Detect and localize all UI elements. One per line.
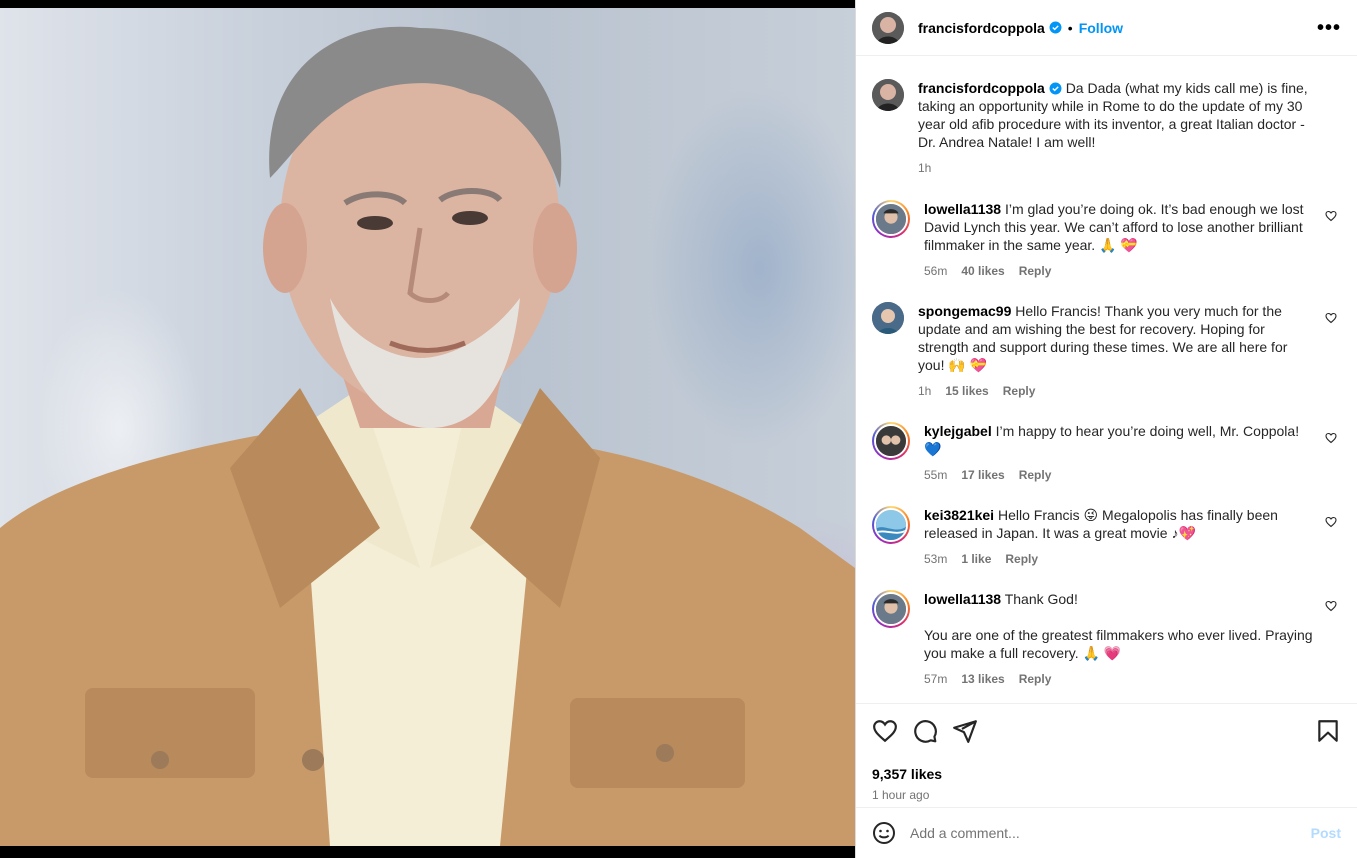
commenter-username[interactable]: lowella1138 xyxy=(924,591,1001,607)
comment-meta: 57m 13 likes Reply xyxy=(924,670,1313,688)
comment-body: kei3821kei Hello Francis 😜 Megalopolis h… xyxy=(924,506,1341,568)
post-caption: francisfordcoppola Da Dada (what my kids… xyxy=(872,79,1341,177)
comments-list[interactable]: francisfordcoppola Da Dada (what my kids… xyxy=(856,57,1357,703)
comment-item: lowella1138 I’m glad you’re doing ok. It… xyxy=(872,200,1341,280)
heart-icon[interactable] xyxy=(872,718,898,744)
avatar-icon xyxy=(876,510,906,540)
follow-button[interactable]: Follow xyxy=(1079,20,1123,36)
post-sidebar: francisfordcoppola • Follow ••• francisf… xyxy=(855,0,1357,858)
commenter-avatar[interactable] xyxy=(872,200,910,238)
post-timestamp[interactable]: 1 hour ago xyxy=(872,788,1341,802)
comment-meta: 1h 15 likes Reply xyxy=(918,382,1313,400)
comment-time[interactable]: 53m xyxy=(924,550,947,568)
reply-button[interactable]: Reply xyxy=(1019,466,1052,484)
commenter-avatar[interactable] xyxy=(872,590,910,628)
caption-body: francisfordcoppola Da Dada (what my kids… xyxy=(918,79,1341,177)
portrait-illustration xyxy=(0,26,855,846)
emoji-icon[interactable] xyxy=(872,821,896,845)
comment-meta: 56m 40 likes Reply xyxy=(924,262,1313,280)
comment-item: kylejgabel I’m happy to hear you’re doin… xyxy=(872,422,1341,484)
caption-time[interactable]: 1h xyxy=(918,159,931,177)
avatar-icon xyxy=(876,426,906,456)
commenter-username[interactable]: kylejgabel xyxy=(924,423,992,439)
comment-item: kei3821kei Hello Francis 😜 Megalopolis h… xyxy=(872,506,1341,568)
reply-button[interactable]: Reply xyxy=(1019,262,1052,280)
bookmark-icon[interactable] xyxy=(1315,718,1341,744)
comment-body: kylejgabel I’m happy to hear you’re doin… xyxy=(924,422,1341,484)
comment-likes[interactable]: 13 likes xyxy=(961,670,1004,688)
caption-meta: 1h xyxy=(918,159,1313,177)
comment-composer: Post xyxy=(856,807,1357,858)
post-header: francisfordcoppola • Follow ••• xyxy=(856,0,1357,56)
commenter-username[interactable]: lowella1138 xyxy=(924,201,1001,217)
comment-meta: 53m 1 like Reply xyxy=(924,550,1313,568)
comment-likes[interactable]: 15 likes xyxy=(945,382,988,400)
author-username[interactable]: francisfordcoppola xyxy=(918,20,1045,36)
comment-body: lowella1138 I’m glad you’re doing ok. It… xyxy=(924,200,1341,280)
comment-time[interactable]: 1h xyxy=(918,382,931,400)
avatar-icon xyxy=(876,204,906,234)
comment-heart-icon[interactable] xyxy=(1325,432,1337,444)
avatar-icon xyxy=(876,594,906,624)
commenter-avatar[interactable] xyxy=(872,422,910,460)
more-options-icon[interactable]: ••• xyxy=(1317,18,1341,38)
author-avatar[interactable] xyxy=(872,79,904,111)
comment-heart-icon[interactable] xyxy=(1325,312,1337,324)
avatar-icon xyxy=(872,79,904,111)
avatar-icon xyxy=(872,302,904,334)
comment-body: lowella1138 Thank God! You are one of th… xyxy=(924,590,1341,688)
comment-meta: 55m 17 likes Reply xyxy=(924,466,1313,484)
post-comment-button[interactable]: Post xyxy=(1311,825,1341,841)
avatar-icon xyxy=(872,11,904,44)
reply-button[interactable]: Reply xyxy=(1005,550,1038,568)
comment-item: spongemac99 Hello Francis! Thank you ver… xyxy=(872,302,1341,400)
comment-heart-icon[interactable] xyxy=(1325,516,1337,528)
comment-time[interactable]: 55m xyxy=(924,466,947,484)
comment-icon[interactable] xyxy=(912,718,938,744)
verified-badge-icon xyxy=(1049,21,1062,34)
comment-likes[interactable]: 17 likes xyxy=(961,466,1004,484)
comment-heart-icon[interactable] xyxy=(1325,600,1337,612)
comment-time[interactable]: 56m xyxy=(924,262,947,280)
verified-badge-icon xyxy=(1049,82,1062,95)
commenter-avatar[interactable] xyxy=(872,506,910,544)
comment-body: spongemac99 Hello Francis! Thank you ver… xyxy=(918,302,1341,400)
post-media[interactable] xyxy=(0,0,855,858)
comment-item: lowella1138 Thank God! You are one of th… xyxy=(872,590,1341,688)
caption-username[interactable]: francisfordcoppola xyxy=(918,80,1045,96)
reply-button[interactable]: Reply xyxy=(1003,382,1036,400)
post-photo xyxy=(0,8,855,846)
share-icon[interactable] xyxy=(952,718,978,744)
comment-text: Thank God! xyxy=(1004,591,1078,607)
comment-input[interactable] xyxy=(910,825,1311,841)
comment-time[interactable]: 57m xyxy=(924,670,947,688)
separator-dot: • xyxy=(1067,19,1073,36)
reply-button[interactable]: Reply xyxy=(1019,670,1052,688)
commenter-avatar[interactable] xyxy=(872,302,904,334)
author-avatar[interactable] xyxy=(872,11,904,44)
likes-count[interactable]: 9,357 likes xyxy=(872,766,1341,782)
comment-likes[interactable]: 1 like xyxy=(961,550,991,568)
comment-heart-icon[interactable] xyxy=(1325,210,1337,222)
comment-text-continued: You are one of the greatest filmmakers w… xyxy=(924,627,1313,661)
action-icons-row xyxy=(872,716,1341,746)
commenter-username[interactable]: spongemac99 xyxy=(918,303,1011,319)
commenter-username[interactable]: kei3821kei xyxy=(924,507,994,523)
post-actions: 9,357 likes 1 hour ago xyxy=(856,703,1357,807)
comment-likes[interactable]: 40 likes xyxy=(961,262,1004,280)
